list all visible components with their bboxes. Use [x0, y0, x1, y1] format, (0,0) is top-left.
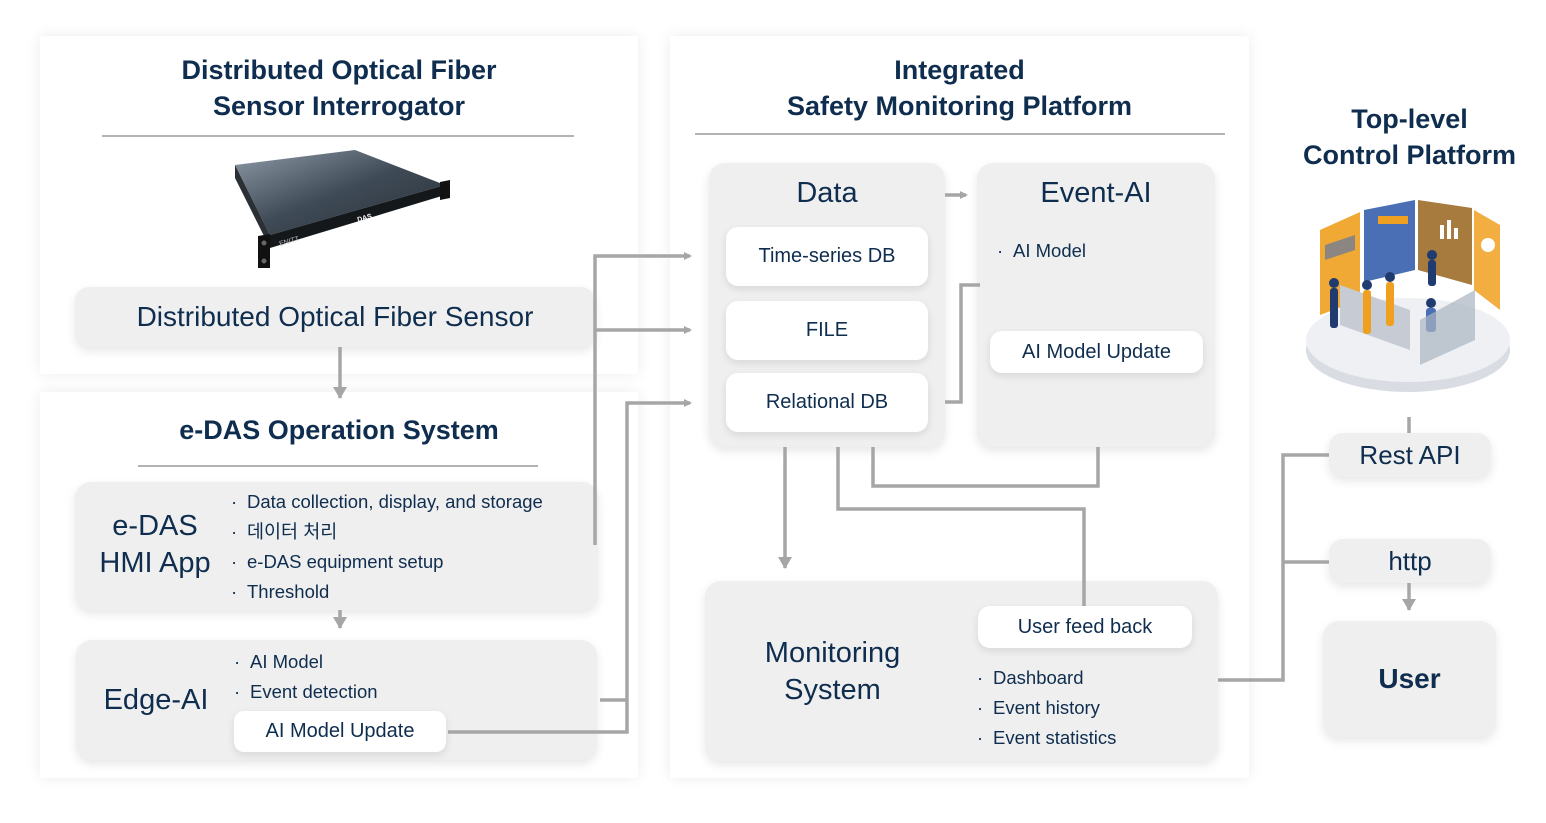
hmi-app-feature-list: · Data collection, display, and storage ·…: [231, 487, 543, 607]
control-room-illustration: [1306, 200, 1510, 392]
edge-ai-model-update-button[interactable]: AI Model Update: [234, 711, 446, 752]
data-title: Data: [796, 177, 858, 209]
edge-ai-feature-list: · AI Model · Event detection: [234, 647, 378, 707]
rest-api-label: Rest API: [1359, 439, 1461, 470]
list-item: · 데이터 처리: [231, 521, 338, 542]
monitoring-system-title: Monitoring System: [764, 637, 901, 706]
user-label: User: [1378, 663, 1441, 694]
fiber-sensor-card[interactable]: Distributed Optical Fiber Sensor: [75, 287, 595, 347]
platform-title: Integrated Safety Monitoring Platform: [786, 55, 1132, 121]
relational-db-store[interactable]: Relational DB: [726, 373, 928, 432]
event-ai-feature-list: · AI Model: [997, 236, 1086, 266]
list-item: · Dashboard: [977, 667, 1084, 688]
monitoring-feature-list: · Dashboard · Event history · Event statist…: [977, 663, 1116, 753]
list-item: · Threshold: [231, 581, 330, 602]
list-item: · Event statistics: [977, 727, 1117, 748]
interrogator-title: Distributed Optical Fiber Sensor Interro…: [181, 55, 497, 121]
interrogator-divider: [102, 135, 574, 137]
edge-ai-title: Edge-AI: [103, 684, 209, 716]
operation-system-title: e-DAS Operation System: [179, 415, 499, 445]
time-series-db-store[interactable]: Time-series DB: [726, 227, 928, 286]
interrogator-device-image: ENITT DAS: [235, 150, 450, 268]
platform-divider: [695, 133, 1225, 135]
list-item: · Event detection: [234, 681, 378, 702]
list-item: · AI Model: [234, 651, 324, 672]
event-ai-model-update-button[interactable]: AI Model Update: [990, 331, 1203, 373]
http-badge[interactable]: http: [1329, 539, 1491, 583]
list-item: · AI Model: [997, 240, 1087, 261]
rest-api-badge[interactable]: Rest API: [1329, 433, 1491, 477]
list-item: · Data collection, display, and storage: [231, 491, 543, 512]
http-label: http: [1388, 545, 1432, 576]
hmi-app-title: e-DAS HMI App: [99, 510, 211, 579]
list-item: · Event history: [977, 697, 1100, 718]
hmi-app-card[interactable]: e-DAS HMI App · Data collection, display,…: [75, 482, 598, 610]
event-ai-card: Event-AI · AI Model: [977, 163, 1215, 447]
fiber-sensor-label: Distributed Optical Fiber Sensor: [136, 301, 534, 332]
user-box[interactable]: User: [1323, 621, 1496, 737]
event-ai-title: Event-AI: [1040, 177, 1152, 209]
control-platform-title: Top-level Control Platform: [1303, 104, 1516, 170]
list-item: · e-DAS equipment setup: [231, 551, 444, 572]
file-store[interactable]: FILE: [726, 301, 928, 360]
user-feedback-button[interactable]: User feed back: [978, 606, 1192, 648]
operation-system-divider: [138, 465, 538, 467]
